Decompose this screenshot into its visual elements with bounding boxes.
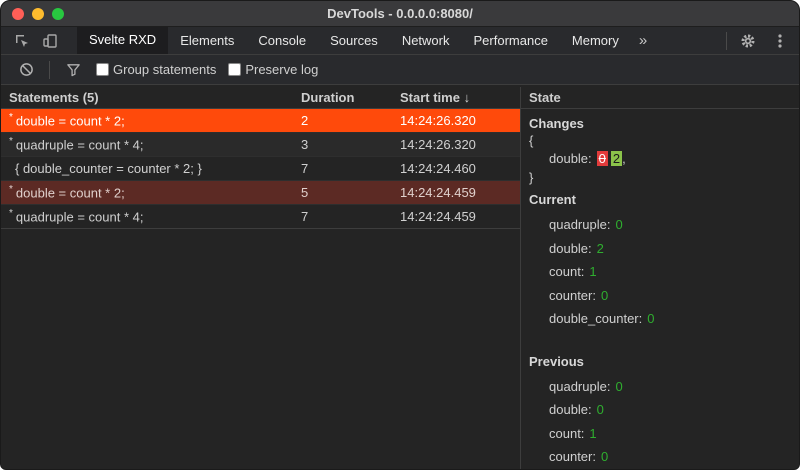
tab-sources[interactable]: Sources xyxy=(318,27,390,54)
current-heading: Current xyxy=(529,192,576,207)
group-statements-checkbox[interactable]: Group statements xyxy=(96,62,216,77)
window-title: DevTools - 0.0.0.0:8080/ xyxy=(327,6,473,21)
current-item: double_counter: 0 xyxy=(529,307,791,331)
item-value: 0 xyxy=(615,217,623,233)
duration-cell: 3 xyxy=(301,137,309,152)
preserve-log-label: Preserve log xyxy=(245,62,319,77)
old-value: 0 xyxy=(596,150,608,166)
statement-text: double = count * 2; xyxy=(15,113,125,129)
kebab-menu-icon[interactable] xyxy=(769,33,791,49)
tab-memory[interactable]: Memory xyxy=(560,27,631,54)
item-key: count: xyxy=(549,425,585,441)
item-value: 0 xyxy=(596,402,604,418)
duration-cell: 7 xyxy=(301,161,309,176)
duration-cell: 7 xyxy=(301,209,309,224)
item-key: counter: xyxy=(549,287,596,303)
previous-item: double: 0 xyxy=(529,398,791,422)
gear-icon[interactable] xyxy=(737,33,759,49)
previous-item: quadruple: 0 xyxy=(529,375,791,399)
tab-elements[interactable]: Elements xyxy=(168,27,246,54)
item-key: counter: xyxy=(549,449,596,465)
tab-network[interactable]: Network xyxy=(390,27,462,54)
item-key: count: xyxy=(549,264,585,280)
item-key: quadruple: xyxy=(549,378,611,394)
item-value: 1 xyxy=(589,264,597,280)
previous-heading: Previous xyxy=(529,353,584,369)
duration-cell: 5 xyxy=(301,185,309,200)
star-marker: * xyxy=(9,112,13,124)
current-item: counter: 0 xyxy=(529,284,791,308)
star-marker: * xyxy=(9,184,13,196)
current-item: count: 1 xyxy=(529,260,791,284)
current-item: quadruple: 0 xyxy=(529,213,791,237)
statement-text: quadruple = count * 4; xyxy=(15,137,144,153)
table-row[interactable]: { double_counter = counter * 2; } 7 14:2… xyxy=(1,157,520,181)
item-key: double: xyxy=(549,402,592,418)
changes-heading: Changes xyxy=(529,116,584,131)
state-title: State xyxy=(521,87,799,109)
tab-console[interactable]: Console xyxy=(246,27,318,54)
table-row[interactable]: * double = count * 2; 2 14:24:26.320 xyxy=(1,109,520,133)
previous-item: counter: 0 xyxy=(529,445,791,469)
open-brace: { xyxy=(529,133,534,148)
clear-icon[interactable] xyxy=(15,62,37,77)
start-time-cell: 14:24:24.460 xyxy=(400,161,476,176)
previous-item: double_counter:0 xyxy=(529,469,791,470)
item-value: 0 xyxy=(600,287,609,303)
device-toolbar-icon[interactable] xyxy=(39,27,61,54)
change-key: double: xyxy=(549,150,592,166)
star-marker: * xyxy=(9,136,13,148)
checkbox-box[interactable] xyxy=(96,63,109,76)
state-pane: State Changes { double: 0 2 , } Current … xyxy=(521,87,799,469)
start-time-cell: 14:24:24.459 xyxy=(400,209,476,224)
filter-icon[interactable] xyxy=(62,62,84,77)
start-time-cell: 14:24:26.320 xyxy=(400,137,476,152)
preserve-log-checkbox[interactable]: Preserve log xyxy=(228,62,318,77)
group-statements-label: Group statements xyxy=(113,62,217,77)
star-marker: * xyxy=(9,208,13,220)
item-key: quadruple: xyxy=(549,217,611,233)
item-key: double: xyxy=(549,240,592,256)
statements-pane: Statements (5) Duration Start time ↓ * do… xyxy=(1,87,521,469)
close-brace: } xyxy=(529,170,534,185)
table-row[interactable]: * double = count * 2; 5 14:24:24.459 xyxy=(1,181,520,205)
current-item: double: 2 xyxy=(529,237,791,261)
change-item: double: 0 2 , xyxy=(529,148,791,168)
table-row[interactable]: * quadruple = count * 4; 3 14:24:26.320 xyxy=(1,133,520,157)
change-trail: , xyxy=(622,150,626,166)
table-row[interactable]: * quadruple = count * 4; 7 14:24:24.459 xyxy=(1,205,520,229)
toolbar-divider xyxy=(49,60,50,79)
panel-content: Statements (5) Duration Start time ↓ * do… xyxy=(1,87,799,469)
start-time-cell: 14:24:26.320 xyxy=(400,113,476,128)
header-start-time[interactable]: Start time ↓ xyxy=(392,90,520,105)
duration-cell: 2 xyxy=(301,113,309,128)
panel-toolbar: Group statements Preserve log xyxy=(1,55,799,85)
start-time-cell: 14:24:24.459 xyxy=(400,185,476,200)
item-value: 1 xyxy=(589,425,597,441)
tab-svelte-rxd[interactable]: Svelte RXD xyxy=(77,27,169,54)
item-value: 2 xyxy=(596,240,604,256)
more-tabs-button[interactable]: » xyxy=(631,27,655,54)
item-value: 0 xyxy=(647,311,655,327)
item-key: double_counter: xyxy=(549,311,643,327)
inspect-element-icon[interactable] xyxy=(11,27,33,54)
checkbox-box[interactable] xyxy=(228,63,242,76)
title-bar: DevTools - 0.0.0.0:8080/ xyxy=(1,1,799,27)
previous-item: count: 1 xyxy=(529,422,791,446)
tab-performance[interactable]: Performance xyxy=(462,27,560,54)
panel-tab-bar: Svelte RXD Elements Console Sources Netw… xyxy=(1,27,799,55)
header-statements[interactable]: Statements (5) xyxy=(1,90,293,105)
new-value: 2 xyxy=(610,150,623,166)
statement-text: { double_counter = counter * 2; } xyxy=(15,161,202,176)
table-header: Statements (5) Duration Start time ↓ xyxy=(1,87,520,109)
header-duration[interactable]: Duration xyxy=(293,90,392,105)
statement-text: quadruple = count * 4; xyxy=(15,209,144,225)
statement-text: double = count * 2; xyxy=(15,185,125,201)
item-value: 0 xyxy=(615,378,623,394)
devtools-window: DevTools - 0.0.0.0:8080/ Svelte RXD Elem… xyxy=(0,0,800,470)
item-value: 0 xyxy=(600,449,609,465)
toolbar-divider xyxy=(726,32,727,50)
